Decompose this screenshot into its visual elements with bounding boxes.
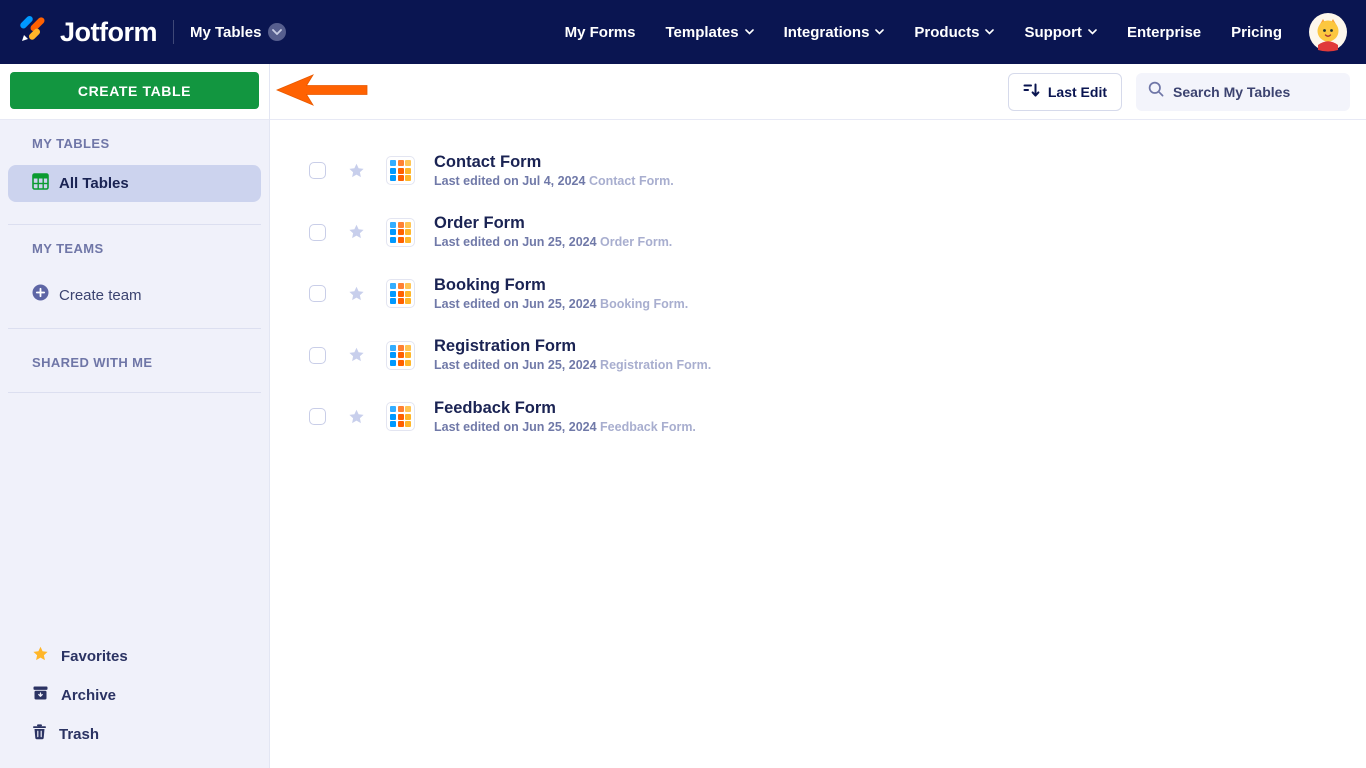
row-checkbox[interactable]	[309, 162, 326, 180]
chevron-down-icon	[1088, 29, 1097, 35]
row-text: Contact Form Last edited on Jul 4, 2024 …	[434, 152, 674, 190]
table-row[interactable]: Feedback Form Last edited on Jun 25, 202…	[270, 386, 1366, 448]
create-team-label: Create team	[59, 286, 142, 304]
row-checkbox[interactable]	[309, 223, 326, 241]
table-grid-icon	[386, 340, 415, 370]
trash-icon	[32, 724, 47, 745]
nav-link-pricing[interactable]: Pricing	[1231, 24, 1282, 41]
nav-link-templates[interactable]: Templates	[665, 24, 754, 41]
my-teams-header: MY TEAMS	[32, 241, 104, 256]
nav-link-integrations[interactable]: Integrations	[784, 24, 885, 41]
brand-wordmark: Jotform	[60, 16, 158, 47]
table-meta: Last edited on Jun 25, 2024 Order Form.	[434, 235, 673, 250]
user-avatar[interactable]	[1308, 12, 1348, 52]
product-switcher[interactable]: My Tables	[190, 23, 287, 41]
table-row[interactable]: Order Form Last edited on Jun 25, 2024 O…	[270, 202, 1366, 264]
table-row[interactable]: Registration Form Last edited on Jun 25,…	[270, 325, 1366, 387]
nav-link-support[interactable]: Support	[1024, 24, 1097, 41]
chevron-down-icon	[268, 23, 287, 41]
sidebar-item-trash[interactable]: Trash	[0, 715, 269, 754]
chevron-down-icon	[875, 29, 885, 35]
plus-circle-icon	[32, 284, 49, 306]
table-row[interactable]: Booking Form Last edited on Jun 25, 2024…	[270, 263, 1366, 325]
table-grid-icon	[386, 217, 415, 247]
jotform-logo[interactable]: Jotform	[16, 13, 158, 52]
table-grid-icon	[386, 402, 415, 432]
table-grid-icon	[386, 156, 415, 186]
star-icon	[32, 646, 49, 667]
sort-button[interactable]: Last Edit	[1007, 72, 1122, 111]
sidebar-item-favorites[interactable]: Favorites	[0, 637, 269, 676]
page-body: CREATE TABLE MY TABLES All Tables MY TEA…	[0, 64, 1366, 768]
row-text: Feedback Form Last edited on Jun 25, 202…	[434, 398, 696, 436]
table-grid-icon	[32, 172, 49, 195]
table-meta: Last edited on Jun 25, 2024 Feedback For…	[434, 419, 696, 434]
search-input[interactable]	[1173, 83, 1338, 100]
chevron-down-icon	[985, 29, 995, 35]
table-title: Feedback Form	[434, 398, 556, 417]
shared-with-me-header: SHARED WITH ME	[32, 355, 153, 370]
nav-link-enterprise[interactable]: Enterprise	[1127, 24, 1201, 41]
table-meta: Last edited on Jun 25, 2024 Booking Form…	[434, 296, 689, 311]
nav-link-my-forms[interactable]: My Forms	[565, 24, 636, 41]
star-icon[interactable]	[348, 347, 365, 363]
tables-list: Contact Form Last edited on Jul 4, 2024 …	[270, 120, 1366, 448]
chevron-down-icon	[744, 29, 754, 35]
table-title: Order Form	[434, 214, 525, 233]
all-tables-label: All Tables	[59, 175, 129, 192]
nav-link-products[interactable]: Products	[914, 24, 995, 41]
star-icon[interactable]	[348, 286, 365, 302]
navbar-links: My Forms Templates Integrations Products…	[565, 24, 1282, 41]
table-title: Contact Form	[434, 152, 542, 171]
sort-button-label: Last Edit	[1047, 83, 1107, 100]
sidebar-item-all-tables[interactable]: All Tables	[8, 165, 261, 202]
row-text: Order Form Last edited on Jun 25, 2024 O…	[434, 213, 672, 251]
table-meta: Last edited on Jun 25, 2024 Registration…	[434, 358, 712, 373]
star-icon[interactable]	[348, 224, 365, 240]
sidebar-top: CREATE TABLE	[0, 64, 269, 120]
pointer-arrow-icon	[275, 74, 368, 111]
create-team-button[interactable]: Create team	[0, 264, 269, 306]
top-navbar: Jotform My Tables My Forms Templates Int…	[0, 0, 1366, 64]
search-box	[1136, 72, 1350, 111]
jotform-logo-icon	[16, 13, 50, 52]
my-tables-header: MY TABLES	[32, 136, 110, 151]
archive-icon	[32, 685, 49, 706]
sidebar-divider	[8, 392, 261, 393]
table-title: Registration Form	[434, 337, 577, 356]
row-checkbox[interactable]	[309, 346, 326, 364]
row-checkbox[interactable]	[309, 408, 326, 426]
sidebar-item-archive[interactable]: Archive	[0, 676, 269, 715]
sidebar-footer: Favorites Archive Trash	[0, 637, 269, 754]
table-row[interactable]: Contact Form Last edited on Jul 4, 2024 …	[270, 140, 1366, 202]
star-icon[interactable]	[348, 163, 365, 179]
navbar-divider	[173, 20, 174, 44]
row-text: Booking Form Last edited on Jun 25, 2024…	[434, 275, 688, 313]
table-title: Booking Form	[434, 275, 546, 294]
search-icon	[1148, 81, 1164, 102]
star-icon[interactable]	[348, 409, 365, 425]
product-switcher-label: My Tables	[190, 23, 262, 41]
row-text: Registration Form Last edited on Jun 25,…	[434, 336, 711, 374]
table-grid-icon	[386, 279, 415, 309]
sort-icon	[1023, 83, 1040, 101]
main-area: Last Edit Contact Form	[270, 64, 1366, 768]
sidebar: CREATE TABLE MY TABLES All Tables MY TEA…	[0, 64, 270, 768]
main-toolbar: Last Edit	[270, 64, 1366, 120]
row-checkbox[interactable]	[309, 285, 326, 303]
create-table-button[interactable]: CREATE TABLE	[10, 72, 259, 109]
table-meta: Last edited on Jul 4, 2024 Contact Form.	[434, 173, 674, 188]
